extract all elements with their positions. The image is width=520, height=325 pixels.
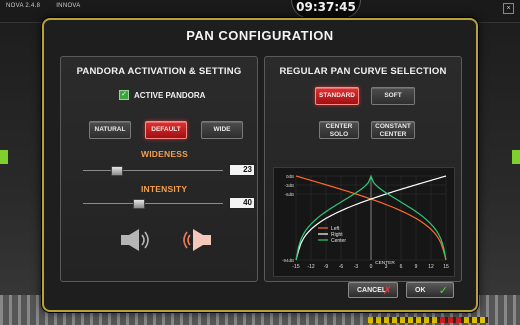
chart-x-tick-label: -15 (292, 264, 299, 270)
center-solo-line2: SOLO (329, 130, 349, 138)
active-pandora-checkbox[interactable]: ✓ (119, 90, 129, 100)
active-pandora-label: ACTIVE PANDORA (134, 90, 206, 100)
chart-y-tick-label: 0dB (286, 174, 294, 179)
pandora-panel: PANDORA ACTIVATION & SETTING ✓ ACTIVE PA… (60, 56, 258, 282)
cancel-label: CANCEL (357, 287, 387, 294)
pan-configuration-dialog: PAN CONFIGURATION PANDORA ACTIVATION & S… (42, 18, 478, 312)
app-version: NOVA 2.4.8 (6, 3, 41, 9)
ok-button[interactable]: OK ✓ (406, 282, 454, 298)
speaker-left-icon (121, 229, 149, 251)
curve-standard-button[interactable]: STANDARD (315, 87, 359, 105)
chart-x-tick-label: -12 (307, 264, 314, 270)
pandora-panel-title: PANDORA ACTIVATION & SETTING (76, 66, 242, 77)
dialog-title: PAN CONFIGURATION (186, 28, 334, 43)
wideness-slider-track[interactable] (83, 170, 223, 171)
clock-time: 09:37:45 (296, 0, 356, 14)
app-close-button[interactable]: × (503, 3, 514, 14)
intensity-slider-thumb[interactable] (133, 199, 145, 209)
cancel-x-icon: ✗ (382, 285, 392, 297)
pan-curve-svg: 0dB-3dB-6dB-94dB-15 -12 -9 -6 -3 0 3 6 9 12 15CENT… (282, 174, 449, 270)
chart-x-tick-label: 0 (370, 264, 373, 270)
intensity-label: INTENSITY (141, 184, 188, 194)
chart-x-tick-label: 12 (428, 264, 434, 270)
chart-y-tick-label: -6dB (284, 192, 294, 197)
ok-check-icon: ✓ (438, 285, 448, 297)
center-solo-line1: CENTER (325, 123, 353, 130)
pan-curve-panel-title: REGULAR PAN CURVE SELECTION (279, 66, 447, 77)
chart-legend-label: Center (331, 238, 346, 244)
app-brand: INNOVA (56, 3, 81, 9)
mode-wide-button[interactable]: WIDE (201, 121, 243, 139)
intensity-value[interactable]: 40 (229, 197, 255, 209)
chart-x-center-label: CENTER (375, 260, 395, 266)
chart-x-tick-label: 9 (415, 264, 418, 270)
speaker-right-icon (183, 229, 211, 251)
constant-center-line2: CENTER (379, 130, 407, 138)
chart-x-tick-label: -3 (354, 264, 359, 270)
wideness-label: WIDENESS (141, 149, 188, 159)
intensity-slider-track[interactable] (83, 203, 223, 204)
active-pandora-row[interactable]: ✓ ACTIVE PANDORA (119, 90, 205, 100)
curve-center-solo-button[interactable]: CENTER SOLO (319, 121, 359, 139)
curve-soft-button[interactable]: SOFT (371, 87, 415, 105)
pan-curve-chart: 0dB -3dB -6dB -94dB -15 -12 -9 -6 -3 0 3 6 9 12 15 CENT… (273, 167, 455, 277)
level-leds (368, 317, 488, 323)
constant-center-line1: CONSTANT (375, 123, 411, 130)
cancel-button[interactable]: CANCEL ✗ (348, 282, 398, 298)
clock-display: 09:37:45 (291, 0, 361, 19)
chart-x-tick-label: -9 (324, 264, 329, 270)
peak-leds (440, 317, 464, 323)
right-side-indicator (512, 150, 520, 164)
mode-default-button[interactable]: DEFAULT (145, 121, 187, 139)
chart-y-tick-label: -3dB (284, 183, 294, 188)
chart-x-tick-label: -6 (339, 264, 344, 270)
wideness-value[interactable]: 23 (229, 164, 255, 176)
ok-label: OK (415, 287, 426, 294)
app-title: NOVA 2.4.8 INNOVA (6, 3, 95, 9)
pan-curve-panel: REGULAR PAN CURVE SELECTION STANDARD SOF… (264, 56, 462, 282)
chart-x-tick-label: 6 (400, 264, 403, 270)
left-side-indicator (0, 150, 8, 164)
chart-y-tick-label: -94dB (282, 258, 294, 263)
mode-natural-button[interactable]: NATURAL (89, 121, 131, 139)
wideness-slider-thumb[interactable] (111, 166, 123, 176)
curve-constant-center-button[interactable]: CONSTANT CENTER (371, 121, 415, 139)
chart-x-tick-label: 15 (443, 264, 449, 270)
